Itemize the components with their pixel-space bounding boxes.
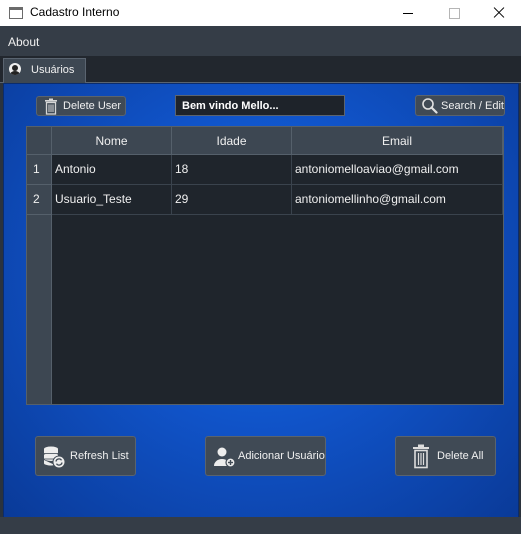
window-title: Cadastro Interno (30, 5, 120, 19)
refresh-list-label: Refresh List (70, 450, 129, 462)
menu-about[interactable]: About (8, 35, 39, 49)
delete-user-button[interactable]: Delete User (36, 96, 126, 116)
refresh-list-button[interactable]: Refresh List (35, 436, 136, 476)
add-user-label: Adicionar Usuário (238, 450, 325, 462)
table-cell[interactable]: Usuario_Teste (52, 185, 172, 215)
table-cell[interactable]: Antonio (52, 155, 172, 185)
users-table[interactable]: Nome Idade Email 1 2 Antonio 18 antoniom… (26, 126, 504, 405)
table-cell[interactable]: 29 (172, 185, 292, 215)
table-cell[interactable]: antoniomellinho@gmail.com (292, 185, 503, 215)
search-icon (422, 98, 438, 114)
app-window-icon (9, 7, 23, 19)
trash-icon (45, 98, 57, 115)
table-cell[interactable]: antoniomelloaviao@gmail.com (292, 155, 503, 185)
column-header-idade[interactable]: Idade (172, 127, 292, 155)
delete-all-button[interactable]: Delete All (395, 436, 496, 476)
title-bar: Cadastro Interno (0, 0, 521, 26)
tab-usuarios[interactable]: Usuários (3, 58, 86, 83)
table-corner-button[interactable] (27, 127, 52, 155)
column-header-nome[interactable]: Nome (52, 127, 172, 155)
tab-strip: Usuários (0, 56, 521, 83)
delete-user-label: Delete User (63, 100, 122, 112)
add-user-button[interactable]: Adicionar Usuário (205, 436, 326, 476)
search-edit-button[interactable]: Search / Edit (415, 95, 505, 116)
maximize-button[interactable] (431, 0, 477, 26)
column-header-email[interactable]: Email (292, 127, 503, 155)
trash-icon (413, 444, 429, 469)
add-user-icon (214, 447, 236, 468)
row-header-1[interactable]: 1 (27, 155, 52, 185)
search-edit-label: Search / Edit (441, 100, 504, 112)
database-refresh-icon (44, 446, 66, 469)
welcome-field[interactable]: Bem vindo Mello... (175, 95, 345, 116)
delete-all-label: Delete All (437, 450, 484, 462)
table-cell[interactable]: 18 (172, 155, 292, 185)
row-header-column: 1 2 (27, 155, 52, 404)
tab-label: Usuários (31, 64, 75, 76)
status-bar (0, 517, 521, 534)
row-header-2[interactable]: 2 (27, 185, 52, 215)
close-button[interactable] (475, 0, 521, 26)
user-icon (9, 63, 21, 75)
minimize-button[interactable] (385, 0, 431, 26)
menu-bar: About (0, 26, 521, 56)
